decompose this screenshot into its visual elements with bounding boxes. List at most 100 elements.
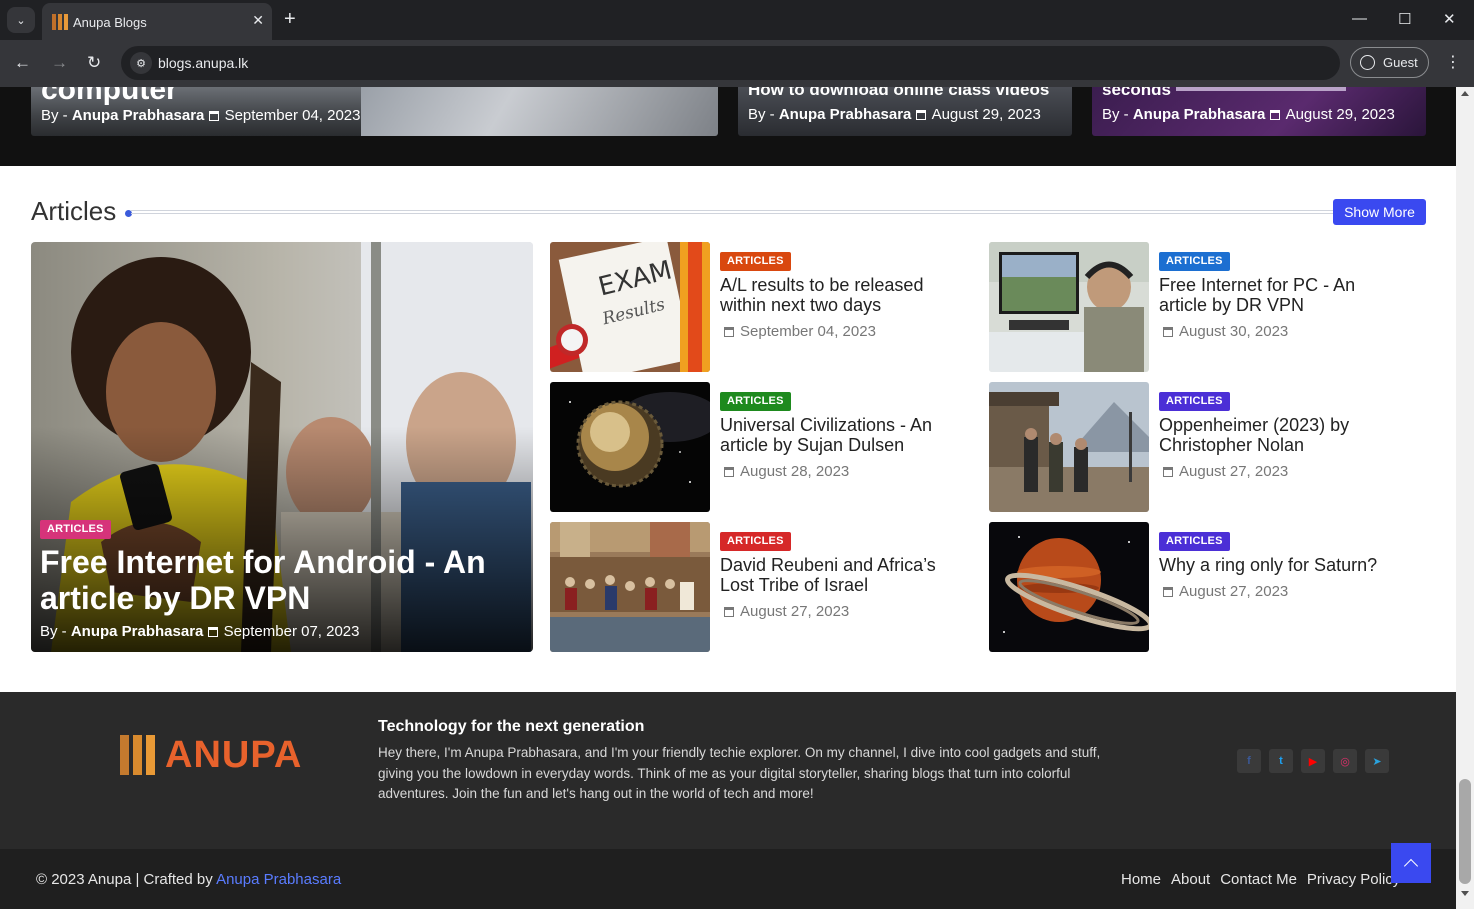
category-badge[interactable]: ARTICLES: [1159, 532, 1230, 551]
article-card[interactable]: ARTICLES Oppenheimer (2023) by Christoph…: [989, 382, 1409, 512]
social-links: f t ▶ ◎ ➤: [1237, 749, 1389, 773]
footer-link-privacy[interactable]: Privacy Policy: [1307, 871, 1400, 888]
footer-bottom-bar: © 2023 Anupa | Crafted by Anupa Prabhasa…: [0, 849, 1456, 909]
article-thumbnail[interactable]: [989, 382, 1149, 512]
article-title[interactable]: Why a ring only for Saturn?: [1159, 555, 1399, 575]
browser-menu-icon[interactable]: ⋮: [1445, 52, 1461, 72]
featured-title[interactable]: How to download online class videos: [748, 87, 1049, 100]
article-title[interactable]: A/L results to be released within next t…: [720, 275, 960, 315]
site-logo[interactable]: ANUPA: [120, 733, 303, 776]
forward-icon[interactable]: →: [51, 53, 68, 73]
category-badge[interactable]: ARTICLES: [1159, 392, 1230, 411]
category-badge[interactable]: ARTICLES: [720, 532, 791, 551]
article-thumbnail[interactable]: [989, 522, 1149, 652]
featured-card[interactable]: computer By - Anupa Prabhasara September…: [31, 87, 718, 136]
browser-toolbar: ← → ↻ ⚙ blogs.anupa.lk Guest ⋮: [0, 40, 1474, 87]
article-title[interactable]: David Reubeni and Africa’s Lost Tribe of…: [720, 555, 960, 595]
chevron-up-icon: [1403, 858, 1419, 873]
article-title[interactable]: Oppenheimer (2023) by Christopher Nolan: [1159, 415, 1399, 455]
article-date: September 04, 2023: [724, 323, 876, 340]
hero-date: September 07, 2023: [223, 623, 360, 640]
footer-links: Home About Contact Me Privacy Policy: [1121, 871, 1400, 888]
logo-bars-icon: [120, 735, 155, 775]
footer-heading: Technology for the next generation: [378, 718, 645, 735]
footer-link-about[interactable]: About: [1171, 871, 1210, 888]
article-title[interactable]: Free Internet for PC - An article by DR …: [1159, 275, 1399, 315]
article-date: August 30, 2023: [1163, 323, 1288, 340]
scrollbar-thumb[interactable]: [1459, 779, 1471, 884]
address-bar[interactable]: ⚙ blogs.anupa.lk: [121, 46, 1340, 80]
footer-link-contact[interactable]: Contact Me: [1220, 871, 1297, 888]
featured-meta: By - Anupa Prabhasara August 29, 2023: [748, 106, 1041, 123]
facebook-icon[interactable]: f: [1237, 749, 1261, 773]
article-card[interactable]: ARTICLES Universal Civilizations - An ar…: [550, 382, 970, 512]
featured-card[interactable]: How to download online class videos By -…: [738, 87, 1072, 136]
article-thumbnail[interactable]: EXAM Results: [550, 242, 710, 372]
hero-title[interactable]: Free Internet for Android - An article b…: [40, 544, 510, 616]
logo-text: ANUPA: [165, 733, 303, 776]
article-card[interactable]: EXAM Results ARTICLES A/L results to be …: [550, 242, 970, 372]
featured-meta: By - Anupa Prabhasara September 04, 2023: [41, 107, 361, 124]
youtube-icon[interactable]: ▶: [1301, 749, 1325, 773]
site-favicon: [52, 14, 68, 30]
featured-meta: By - Anupa Prabhasara August 29, 2023: [1102, 106, 1395, 123]
site-settings-icon[interactable]: ⚙: [130, 52, 152, 74]
calendar-icon: [1269, 110, 1280, 120]
article-title[interactable]: Universal Civilizations - An article by …: [720, 415, 960, 455]
instagram-icon[interactable]: ◎: [1333, 749, 1357, 773]
footer-link-home[interactable]: Home: [1121, 871, 1161, 888]
profile-label: Guest: [1383, 55, 1418, 70]
article-date: August 27, 2023: [1163, 583, 1288, 600]
featured-title[interactable]: seconds: [1102, 87, 1171, 100]
calendar-icon: [1163, 467, 1173, 477]
section-divider: [131, 210, 1336, 214]
browser-tab[interactable]: Anupa Blogs ✕: [42, 3, 272, 40]
calendar-icon: [1163, 327, 1173, 337]
scroll-up-icon[interactable]: [1461, 91, 1469, 96]
featured-title[interactable]: computer: [41, 87, 178, 107]
article-date: August 27, 2023: [1163, 463, 1288, 480]
article-date: August 27, 2023: [724, 603, 849, 620]
footer-about: Hey there, I'm Anupa Prabhasara, and I'm…: [378, 745, 1101, 801]
window-close-icon[interactable]: ✕: [1443, 10, 1456, 28]
twitter-icon[interactable]: t: [1269, 749, 1293, 773]
hero-meta: By - Anupa Prabhasara September 07, 2023: [40, 623, 360, 640]
scroll-down-icon[interactable]: [1461, 891, 1469, 896]
back-icon[interactable]: ←: [14, 53, 31, 73]
close-icon[interactable]: ✕: [252, 12, 264, 29]
article-card[interactable]: ARTICLES Free Internet for PC - An artic…: [989, 242, 1409, 372]
url-text[interactable]: blogs.anupa.lk: [158, 55, 248, 71]
browser-tab-bar: ⌄ Anupa Blogs ✕ + — ☐ ✕: [0, 0, 1474, 40]
article-thumbnail[interactable]: [550, 382, 710, 512]
maximize-icon[interactable]: ☐: [1398, 10, 1411, 28]
page-scrollbar[interactable]: [1456, 87, 1474, 909]
category-badge[interactable]: ARTICLES: [1159, 252, 1230, 271]
copyright: © 2023 Anupa | Crafted by Anupa Prabhasa…: [36, 871, 342, 888]
crafted-by-link[interactable]: Anupa Prabhasara: [216, 871, 341, 888]
new-tab-button[interactable]: +: [284, 8, 296, 30]
article-thumbnail[interactable]: [989, 242, 1149, 372]
profile-button[interactable]: Guest: [1350, 47, 1429, 78]
reload-icon[interactable]: ↻: [87, 53, 101, 73]
site-footer: ANUPA Technology for the next generation…: [0, 692, 1456, 849]
category-badge[interactable]: ARTICLES: [720, 392, 791, 411]
calendar-icon: [208, 111, 219, 121]
show-more-button[interactable]: Show More: [1333, 199, 1426, 225]
back-to-top-button[interactable]: [1391, 843, 1431, 883]
article-thumbnail[interactable]: [550, 522, 710, 652]
calendar-icon: [915, 110, 926, 120]
featured-card[interactable]: seconds By - Anupa Prabhasara August 29,…: [1092, 87, 1426, 136]
category-badge[interactable]: ARTICLES: [720, 252, 791, 271]
tab-title: Anupa Blogs: [73, 15, 147, 30]
calendar-icon: [724, 607, 734, 617]
tab-search-button[interactable]: ⌄: [7, 7, 35, 33]
article-card[interactable]: ARTICLES Why a ring only for Saturn? Aug…: [989, 522, 1409, 652]
hero-article[interactable]: ARTICLES Free Internet for Android - An …: [31, 242, 533, 652]
telegram-icon[interactable]: ➤: [1365, 749, 1389, 773]
minimize-icon[interactable]: —: [1352, 10, 1367, 27]
page-viewport: computer By - Anupa Prabhasara September…: [0, 87, 1456, 909]
featured-strip: computer By - Anupa Prabhasara September…: [0, 87, 1456, 166]
calendar-icon: [724, 467, 734, 477]
category-badge[interactable]: ARTICLES: [40, 520, 111, 539]
article-card[interactable]: ARTICLES David Reubeni and Africa’s Lost…: [550, 522, 970, 652]
